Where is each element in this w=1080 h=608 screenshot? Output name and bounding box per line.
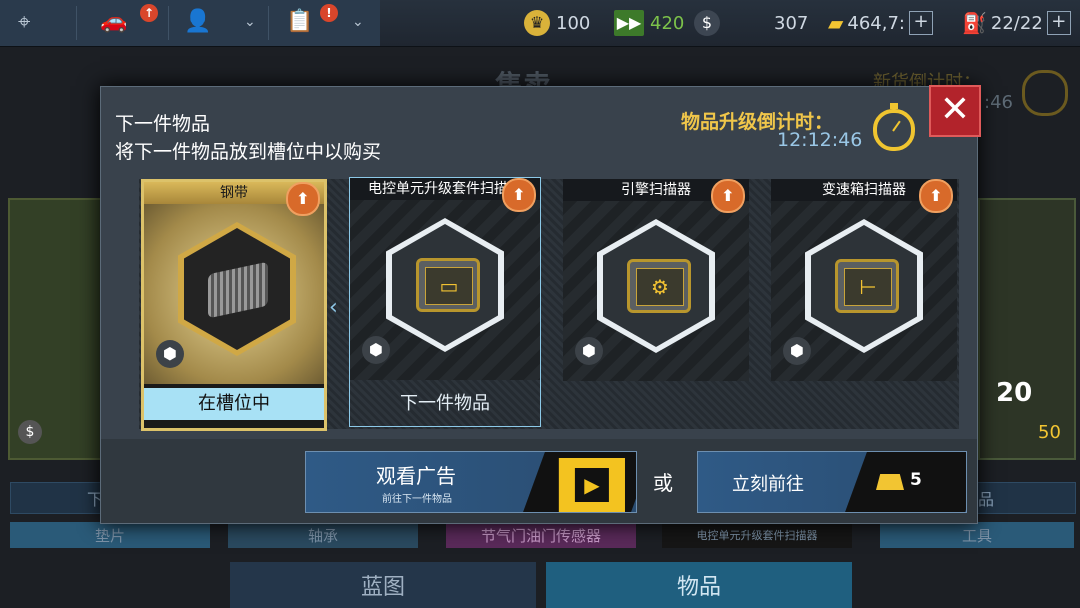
gear-part-icon: ⬢ <box>362 336 390 364</box>
gear-part-icon: ⬢ <box>575 337 603 365</box>
card-status: 在槽位中 <box>144 388 324 420</box>
chevron-left-icon: ‹ <box>329 295 338 320</box>
gearbox-scanner-icon: ⊢ <box>844 268 892 306</box>
upgrade-arrow-icon[interactable]: ⬆ <box>286 182 320 216</box>
background-label-4: 工具 <box>880 522 1074 548</box>
add-gold-button[interactable]: + <box>909 11 933 35</box>
map-pin-icon[interactable]: ⌖ <box>18 10 30 35</box>
bottom-tab-items[interactable]: 物品 <box>546 562 852 608</box>
background-left-cost: $ <box>18 420 42 444</box>
ticket-value: 420 <box>650 12 685 34</box>
slot-card-gearbox-scanner[interactable]: 变速箱扫描器 ⊢ ⬢ ⬆ <box>771 179 957 425</box>
chevron-down-icon[interactable]: ⌄ <box>244 14 256 30</box>
upgrade-arrow-icon[interactable]: ⬆ <box>711 179 745 213</box>
ticket-icon: ▶▶ <box>614 10 644 36</box>
background-left-card: $ <box>8 198 104 460</box>
engine-scanner-icon: ⚙ <box>636 268 684 306</box>
slot-card-ecu-scanner[interactable]: 电控单元升级套件扫描器 ▭ ⬢ ⬆ 下一件物品 <box>349 177 541 427</box>
cash-counter: $ 307 <box>694 8 808 38</box>
fuel-value: 22/22 <box>990 12 1043 34</box>
or-separator: 或 <box>653 471 673 495</box>
upgrade-arrow-icon[interactable]: ⬆ <box>502 178 536 212</box>
cash-value: 307 <box>774 12 809 34</box>
slot-card-steel-belt[interactable]: 钢带 ⬢ ⬆ 在槽位中 <box>141 179 327 431</box>
steel-belt-icon <box>208 261 268 319</box>
bottom-tab-blueprint[interactable]: 蓝图 <box>230 562 536 608</box>
ecu-scanner-icon: ▭ <box>425 267 473 305</box>
background-right-card: 20 50 <box>978 198 1076 460</box>
slot-card-engine-scanner[interactable]: 引擎扫描器 ⚙ ⬢ ⬆ <box>563 179 749 425</box>
top-bar: ⌖ 🚗 ↑ 👤 ⌄ 📋 ! ⌄ ♛ 100 ▶▶ 420 $ 307 ▰ 464… <box>0 0 1080 47</box>
fuel-pump-icon: ⛽ <box>962 11 987 35</box>
background-label-3: 电控单元升级套件扫描器 <box>662 522 852 548</box>
gear-part-icon: ⬢ <box>783 337 811 365</box>
watch-ad-sublabel: 前往下一件物品 <box>382 494 452 505</box>
user-settings-icon[interactable]: 👤 <box>184 9 211 34</box>
chevron-down-icon[interactable]: ⌄ <box>352 14 364 30</box>
car-upgrade-badge: ↑ <box>140 4 158 22</box>
stopwatch-icon <box>873 103 915 151</box>
go-now-button[interactable]: 立刻前往 5 <box>697 451 967 513</box>
watch-ad-label: 观看广告 <box>376 464 456 488</box>
gear-part-icon: ⬢ <box>156 340 184 368</box>
upgrade-arrow-icon[interactable]: ⬆ <box>919 179 953 213</box>
gold-bars-icon <box>876 474 904 490</box>
fuel-counter: ⛽ 22/22 + <box>962 8 1071 38</box>
gold-bars-icon: ▰ <box>828 11 844 35</box>
crown-value: 100 <box>556 12 591 34</box>
car-icon[interactable]: 🚗 <box>100 9 127 34</box>
background-countdown-value: :46 <box>984 92 1013 113</box>
crown-counter: ♛ 100 <box>524 8 590 38</box>
close-button[interactable]: ✕ <box>929 85 981 137</box>
gold-value: 464,7: <box>847 12 905 34</box>
ticket-counter: ▶▶ 420 <box>614 8 684 38</box>
add-fuel-button[interactable]: + <box>1046 11 1071 35</box>
crown-icon: ♛ <box>524 10 550 36</box>
dollar-icon: $ <box>694 10 720 36</box>
background-label-2: 节气门油门传感器 <box>446 522 636 548</box>
background-right-price: 50 <box>1038 422 1061 443</box>
film-play-icon: ▶ <box>523 452 636 512</box>
stopwatch-icon <box>1022 70 1068 116</box>
task-alert-badge: ! <box>320 4 338 22</box>
upgrade-countdown-value: 12:12:46 <box>777 129 863 151</box>
top-nav-group: ⌖ 🚗 ↑ 👤 ⌄ 📋 ! ⌄ <box>0 0 380 46</box>
background-label-0: 垫片 <box>10 522 210 548</box>
dialog-subtitle: 将下一件物品放到槽位中以购买 <box>115 141 382 163</box>
background-right-count: 20 <box>996 378 1033 408</box>
go-now-label: 立刻前往 <box>732 474 804 495</box>
card-status: 下一件物品 <box>400 393 490 414</box>
watch-ad-button[interactable]: 观看广告 前往下一件物品 ▶ <box>305 451 637 513</box>
next-item-dialog: 下一件物品 将下一件物品放到槽位中以购买 物品升级倒计时： 12:12:46 ✕… <box>100 85 981 524</box>
background-label-1: 轴承 <box>228 522 418 548</box>
dialog-title: 下一件物品 <box>115 113 211 135</box>
gold-counter: ▰ 464,7: + <box>828 8 933 38</box>
slot-area: 钢带 ⬢ ⬆ 在槽位中 电控单元升级套件扫描器 ▭ ⬢ ⬆ 下一件物品 引擎扫描… <box>139 177 959 431</box>
go-now-cost: 5 <box>910 470 922 490</box>
task-list-icon[interactable]: 📋 <box>286 9 313 34</box>
